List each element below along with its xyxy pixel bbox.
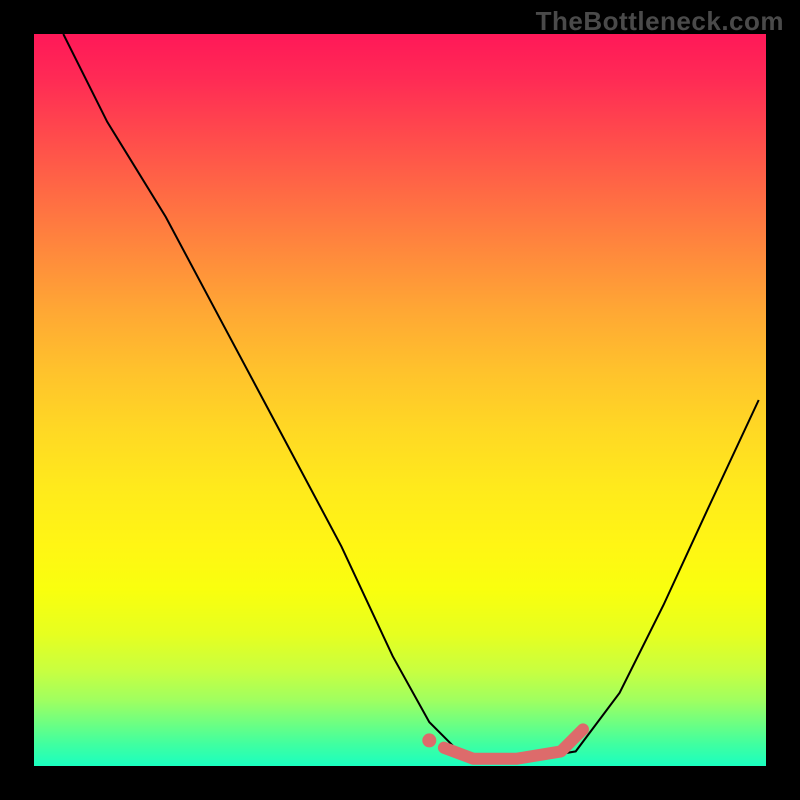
watermark-text: TheBottleneck.com (536, 6, 784, 37)
chart-plot-area (34, 34, 766, 766)
highlight-line (444, 729, 583, 758)
chart-svg (34, 34, 766, 766)
highlight-dot (422, 733, 436, 747)
curve-line (63, 34, 758, 759)
